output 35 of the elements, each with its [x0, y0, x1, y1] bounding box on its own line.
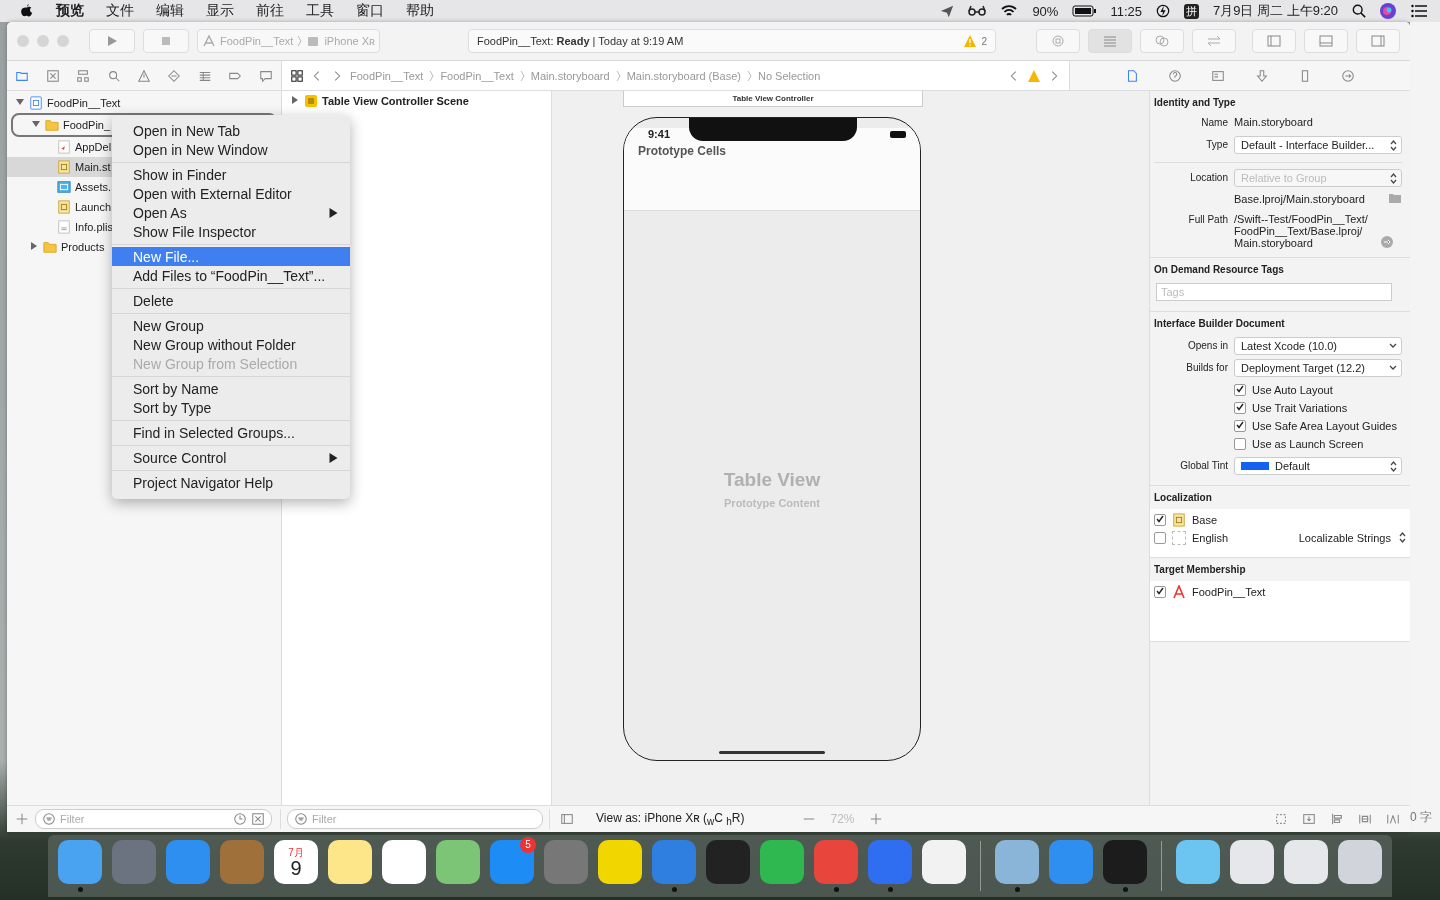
- calendar-day: 9: [290, 857, 302, 878]
- placeholder-title: Table View: [723, 469, 821, 491]
- field-label: Builds for: [1185, 361, 1228, 373]
- section-header: Prototype Cells: [637, 143, 728, 158]
- path-text: Base.lproj/Main.storyboard: [1234, 192, 1366, 205]
- activity-status: FoodPin__Text: Ready | Today at 9:19 AM: [477, 35, 684, 47]
- status-bar-time: 9:41: [648, 128, 671, 140]
- field-label: Location: [1189, 171, 1228, 183]
- notification-badge: 5: [520, 837, 536, 853]
- checkbox-label: Use Trait Variations: [1252, 402, 1348, 414]
- field-label: Type: [1205, 138, 1228, 150]
- localization-name: English: [1192, 532, 1229, 544]
- section-title: Identity and Type: [1154, 96, 1237, 110]
- calendar-month: 7月: [288, 846, 304, 858]
- clock-text: 11:25: [1110, 3, 1142, 19]
- field-label: Name: [1200, 116, 1228, 128]
- device-name: iPhone Xʀ: [324, 35, 375, 47]
- scheme-name: FoodPin__Text: [220, 35, 294, 47]
- field-label: Global Tint: [1179, 459, 1228, 471]
- section-title: Localization: [1153, 491, 1213, 505]
- checkbox-label: Use Safe Area Layout Guides: [1252, 420, 1397, 432]
- section-title: Target Membership: [1153, 563, 1247, 577]
- path-text: /Swift--Test/FoodPin__Text/ FoodPin__Text/Base.lproj/ Main.storyboard: [1234, 212, 1369, 249]
- checkbox-label: Use as Launch Screen: [1252, 438, 1364, 450]
- battery-percentage: 90%: [1032, 3, 1059, 19]
- checkbox-label: Use Auto Layout: [1252, 384, 1333, 396]
- zoom-level: 72%: [830, 812, 855, 826]
- localization-name: Base: [1192, 514, 1218, 526]
- field-value: Main.storyboard: [1234, 115, 1314, 128]
- background-window-text: 0 字: [1410, 809, 1432, 826]
- field-label: Full Path: [1187, 213, 1228, 225]
- section-title: On Demand Resource Tags: [1154, 263, 1285, 277]
- target-name: FoodPin__Text: [1192, 586, 1266, 598]
- field-label: Opens in: [1186, 339, 1228, 351]
- section-title: Interface Builder Document: [1154, 317, 1286, 331]
